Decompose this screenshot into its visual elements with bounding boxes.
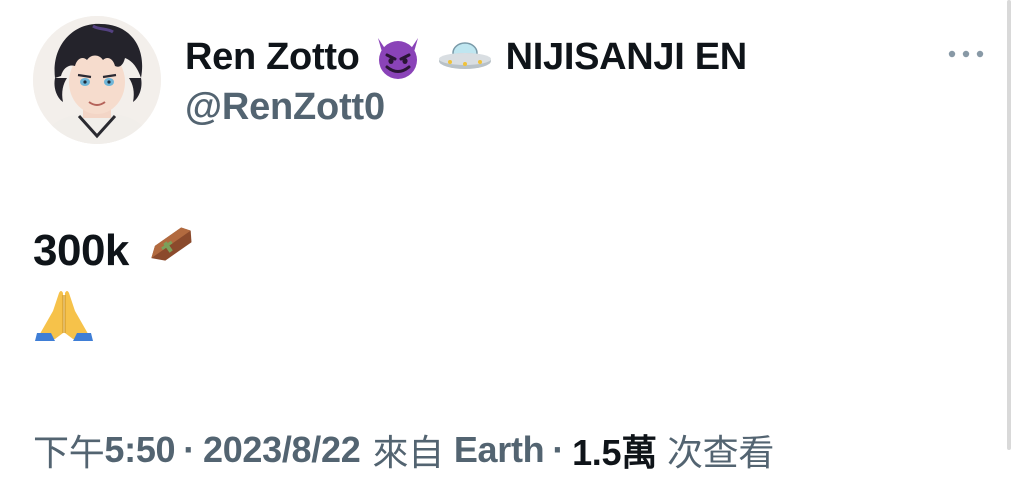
views-label: 次查看 xyxy=(666,432,775,473)
more-horizontal-icon xyxy=(948,45,984,63)
coffin-icon xyxy=(143,225,201,277)
separator: · xyxy=(183,429,195,470)
tweet-source: Earth xyxy=(453,429,545,470)
separator: · xyxy=(552,429,565,470)
author-handle[interactable]: @RenZott0 xyxy=(185,86,385,129)
tweet-date[interactable]: 2023/8/22 xyxy=(203,429,361,471)
time-prefix: 下午 xyxy=(33,432,105,473)
tweet-body: 300k xyxy=(33,220,201,344)
smiling-imp-icon xyxy=(372,34,424,80)
source-prefix: 來自 xyxy=(372,432,444,473)
tweet-line-2 xyxy=(33,282,201,344)
author-display-name[interactable]: Ren Zotto xyxy=(185,36,360,79)
tweet-meta: 下午 5:50 · 2023/8/22 來自 Earth · 1.5萬 次查看 xyxy=(33,424,774,476)
views-count: 1.5萬 xyxy=(572,432,657,473)
tweet-time[interactable]: 5:50 xyxy=(104,429,175,471)
tweet-text: 300k xyxy=(33,226,129,275)
folded-hands-icon xyxy=(33,285,95,341)
flying-saucer-icon xyxy=(436,37,494,77)
avatar[interactable] xyxy=(33,16,161,144)
more-options-button[interactable] xyxy=(943,40,989,68)
tweet-line-1: 300k xyxy=(33,220,201,282)
tweet-card: Ren Zotto NIJISANJI EN @RenZott0 300k 下午… xyxy=(0,0,1024,497)
author-affiliation: NIJISANJI EN xyxy=(505,35,748,78)
author-name-row[interactable]: Ren Zotto NIJISANJI EN xyxy=(185,30,747,84)
scrollbar[interactable] xyxy=(1007,0,1011,450)
